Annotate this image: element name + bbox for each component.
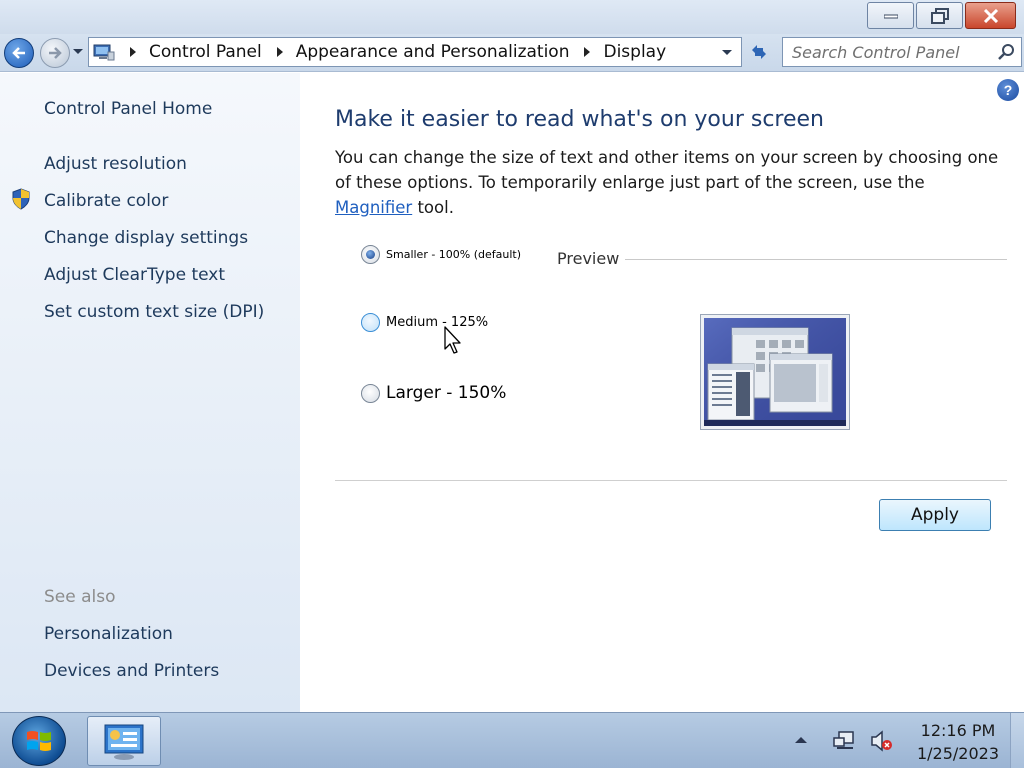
control-panel-taskbar-icon	[104, 724, 144, 760]
restore-button[interactable]	[916, 2, 963, 29]
breadcrumb-arrow-icon[interactable]	[583, 47, 591, 57]
preview-image	[700, 314, 850, 430]
search-box[interactable]	[782, 37, 1022, 67]
preview-divider	[625, 259, 1007, 260]
minimize-icon	[883, 14, 898, 18]
refresh-icon	[752, 45, 766, 59]
start-button[interactable]	[12, 716, 66, 766]
close-button[interactable]	[965, 2, 1016, 29]
back-arrow-icon	[12, 47, 25, 59]
adjust-resolution-link[interactable]: Adjust resolution	[44, 154, 187, 174]
clock-date: 1/25/2023	[916, 744, 1000, 763]
restore-icon	[930, 7, 949, 24]
option-smaller-label: Smaller - 100% (default)	[386, 248, 522, 261]
mouse-cursor-icon	[444, 326, 461, 354]
adjust-cleartype-link[interactable]: Adjust ClearType text	[44, 265, 225, 285]
change-display-settings-link[interactable]: Change display settings	[44, 228, 248, 248]
radio-smaller[interactable]	[361, 245, 380, 264]
radio-larger[interactable]	[361, 383, 380, 403]
personalization-link[interactable]: Personalization	[44, 624, 173, 644]
breadcrumb-arrow-icon[interactable]	[276, 47, 284, 57]
refresh-button[interactable]	[744, 38, 774, 66]
page-description: You can change the size of text and othe…	[335, 145, 1007, 220]
clock-time: 12:16 PM	[920, 721, 996, 740]
back-button[interactable]	[4, 38, 34, 68]
navigation-bar: Control Panel Appearance and Personaliza…	[0, 34, 1024, 72]
show-desktop-button[interactable]	[1010, 713, 1024, 768]
preview-label: Preview	[557, 249, 620, 268]
custom-text-size-link[interactable]: Set custom text size (DPI)	[44, 302, 264, 322]
option-smaller[interactable]: Smaller - 100% (default)	[361, 245, 521, 264]
description-text: You can change the size of text and othe…	[335, 148, 999, 192]
control-panel-home-link[interactable]: Control Panel Home	[44, 99, 212, 119]
option-larger[interactable]: Larger - 150%	[361, 383, 506, 403]
caption-buttons	[867, 2, 1016, 29]
search-icon[interactable]	[997, 43, 1015, 61]
taskbar: 12:16 PM 1/25/2023	[0, 712, 1024, 768]
breadcrumb: Control Panel Appearance and Personaliza…	[115, 42, 666, 62]
option-medium-label: Medium - 125%	[386, 315, 489, 330]
recent-pages-dropdown-icon[interactable]	[72, 48, 84, 56]
taskbar-control-panel-button[interactable]	[87, 716, 161, 766]
windows-logo-icon	[27, 731, 51, 751]
forward-button[interactable]	[40, 38, 70, 68]
main-content: ? Make it easier to read what's on your …	[300, 73, 1024, 712]
address-dropdown-icon[interactable]	[721, 49, 733, 57]
breadcrumb-display[interactable]: Display	[603, 42, 666, 62]
option-medium[interactable]: Medium - 125%	[361, 313, 488, 332]
option-larger-label: Larger - 150%	[386, 383, 507, 403]
forward-arrow-icon	[49, 47, 62, 59]
network-icon[interactable]	[833, 730, 857, 752]
breadcrumb-appearance[interactable]: Appearance and Personalization	[296, 42, 570, 62]
description-text-end: tool.	[412, 198, 454, 217]
close-icon	[983, 8, 998, 23]
section-divider	[335, 480, 1007, 481]
help-icon[interactable]: ?	[997, 79, 1019, 101]
breadcrumb-control-panel[interactable]: Control Panel	[149, 42, 262, 62]
address-bar[interactable]: Control Panel Appearance and Personaliza…	[88, 37, 742, 67]
minimize-button[interactable]	[867, 2, 914, 29]
show-hidden-icons-icon[interactable]	[794, 736, 808, 744]
left-navigation-pane: Control Panel Home Adjust resolution Cal…	[0, 73, 300, 712]
volume-muted-icon[interactable]	[870, 730, 894, 752]
breadcrumb-arrow-icon[interactable]	[129, 47, 137, 57]
magnifier-link[interactable]: Magnifier	[335, 198, 412, 217]
page-title: Make it easier to read what's on your sc…	[335, 107, 824, 132]
search-input[interactable]	[792, 42, 992, 62]
radio-medium[interactable]	[361, 313, 380, 332]
apply-button[interactable]: Apply	[879, 499, 991, 531]
control-panel-icon	[93, 44, 115, 61]
calibrate-color-link[interactable]: Calibrate color	[44, 191, 168, 211]
devices-and-printers-link[interactable]: Devices and Printers	[44, 661, 219, 681]
desktop-preview-graphic	[704, 318, 846, 426]
system-clock[interactable]: 12:16 PM 1/25/2023	[908, 719, 1008, 765]
see-also-heading: See also	[44, 587, 116, 607]
shield-icon	[12, 188, 30, 210]
title-bar	[0, 0, 1024, 34]
